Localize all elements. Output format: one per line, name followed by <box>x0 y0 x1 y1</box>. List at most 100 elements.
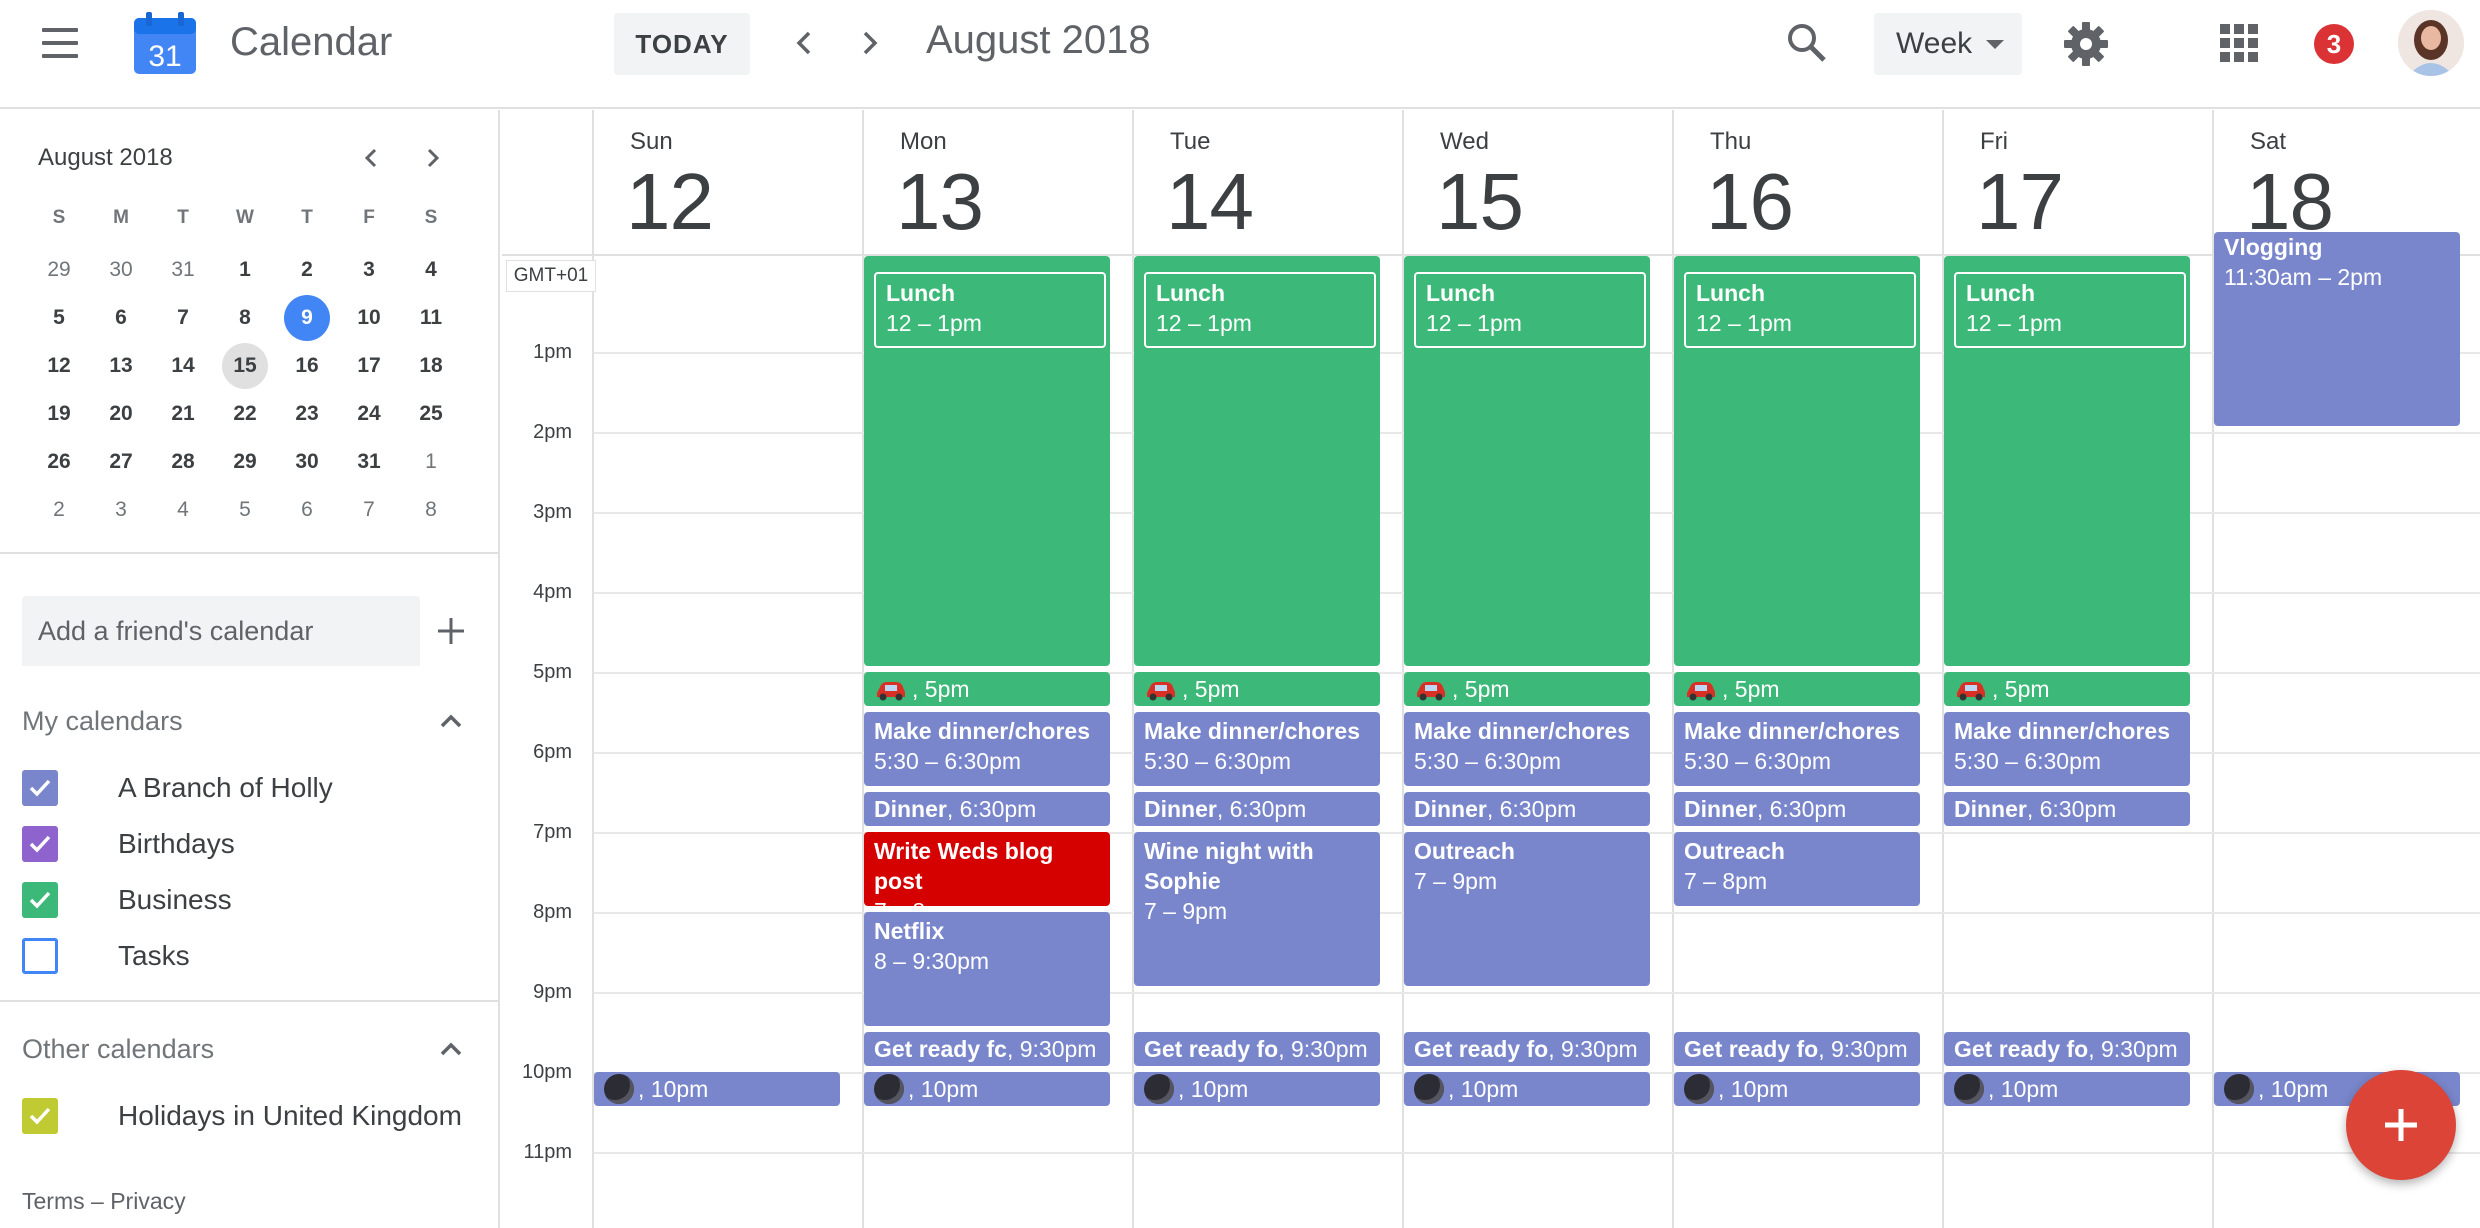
collapse-my-calendars-chevron-up-icon[interactable] <box>434 704 468 738</box>
dinner-chores-event[interactable]: Make dinner/chores 5:30 – 6:30pm <box>1674 712 1920 786</box>
today-button[interactable]: TODAY <box>614 13 750 75</box>
main-menu-icon[interactable] <box>40 28 82 62</box>
add-calendar-plus-icon[interactable] <box>432 612 470 650</box>
checkbox-checked-icon[interactable] <box>22 770 58 806</box>
get-ready-event[interactable]: Get ready fo, 9:30pm <box>1944 1032 2190 1066</box>
dinner-event[interactable]: Dinner, 6:30pm <box>1404 792 1650 826</box>
day-column-header[interactable]: Tue 14 <box>1134 110 1404 254</box>
mini-calendar-day[interactable]: 3 <box>90 486 152 534</box>
drive-event[interactable]: , 5pm <box>864 672 1110 706</box>
vlogging-event[interactable]: Vlogging 11:30am – 2pm <box>2214 232 2460 426</box>
drive-event[interactable]: , 5pm <box>1134 672 1380 706</box>
calendar-list-item[interactable]: Tasks <box>22 934 492 978</box>
previous-week-button[interactable] <box>782 20 828 66</box>
search-icon[interactable] <box>1784 20 1830 66</box>
mini-calendar-day[interactable]: 5 <box>214 486 276 534</box>
mini-calendar-day[interactable]: 26 <box>28 438 90 486</box>
day-number[interactable]: 16 <box>1706 156 1794 248</box>
checkbox-checked-icon[interactable] <box>22 826 58 862</box>
my-calendars-title[interactable]: My calendars <box>22 706 183 737</box>
dinner-event[interactable]: Dinner, 6:30pm <box>864 792 1110 826</box>
mini-calendar-day[interactable]: 10 <box>338 294 400 342</box>
mini-calendar-day[interactable]: 17 <box>338 342 400 390</box>
mini-calendar-day[interactable]: 9 <box>276 294 338 342</box>
day-column-header[interactable]: Wed 15 <box>1404 110 1674 254</box>
day-number[interactable]: 13 <box>896 156 984 248</box>
mini-calendar-day[interactable]: 2 <box>28 486 90 534</box>
mini-calendar-day[interactable]: 5 <box>28 294 90 342</box>
mini-calendar-day[interactable]: 8 <box>400 486 462 534</box>
mini-calendar-day[interactable]: 19 <box>28 390 90 438</box>
collapse-other-calendars-chevron-up-icon[interactable] <box>434 1032 468 1066</box>
dinner-event[interactable]: Dinner, 6:30pm <box>1134 792 1380 826</box>
mini-calendar-day[interactable]: 14 <box>152 342 214 390</box>
add-friend-calendar-input[interactable]: Add a friend's calendar <box>22 596 420 666</box>
mini-calendar-day[interactable]: 21 <box>152 390 214 438</box>
get-ready-event[interactable]: Get ready fo, 9:30pm <box>1134 1032 1380 1066</box>
mini-calendar-day[interactable]: 20 <box>90 390 152 438</box>
google-apps-icon[interactable] <box>2220 24 2258 62</box>
day-column-header[interactable]: Sun 12 <box>594 110 864 254</box>
lunch-event[interactable]: Lunch 12 – 1pm <box>1414 272 1646 349</box>
mini-calendar-day[interactable]: 31 <box>338 438 400 486</box>
mini-calendar-day[interactable]: 31 <box>152 246 214 294</box>
calendar-list-item[interactable]: Birthdays <box>22 822 492 866</box>
outreach-event[interactable]: Outreach 7 – 8pm <box>1674 832 1920 906</box>
wine-night-event[interactable]: Wine night with Sophie 7 – 9pm <box>1134 832 1380 986</box>
mini-calendar-day[interactable]: 15 <box>214 342 276 390</box>
day-number[interactable]: 14 <box>1166 156 1254 248</box>
get-ready-event[interactable]: Get ready fc, 9:30pm <box>864 1032 1110 1066</box>
night-event[interactable]: , 10pm <box>1944 1072 2190 1106</box>
get-ready-event[interactable]: Get ready fo, 9:30pm <box>1404 1032 1650 1066</box>
lunch-event[interactable]: Lunch 12 – 1pm <box>874 272 1106 349</box>
mini-calendar-prev-button[interactable] <box>354 140 390 176</box>
mini-calendar-day[interactable]: 24 <box>338 390 400 438</box>
mini-calendar-day[interactable]: 25 <box>400 390 462 438</box>
mini-calendar-next-button[interactable] <box>414 140 450 176</box>
view-mode-select[interactable]: Week <box>1874 13 2022 75</box>
checkbox-checked-icon[interactable] <box>22 1098 58 1134</box>
night-event[interactable]: , 10pm <box>1134 1072 1380 1106</box>
mini-calendar-day[interactable]: 30 <box>90 246 152 294</box>
day-number[interactable]: 15 <box>1436 156 1524 248</box>
mini-calendar-day[interactable]: 23 <box>276 390 338 438</box>
dinner-chores-event[interactable]: Make dinner/chores 5:30 – 6:30pm <box>1134 712 1380 786</box>
drive-event[interactable]: , 5pm <box>1404 672 1650 706</box>
mini-calendar-day[interactable]: 4 <box>400 246 462 294</box>
drive-event[interactable]: , 5pm <box>1674 672 1920 706</box>
privacy-link[interactable]: Privacy <box>110 1188 185 1214</box>
mini-calendar-day[interactable]: 7 <box>152 294 214 342</box>
mini-calendar-day[interactable]: 18 <box>400 342 462 390</box>
day-column-header[interactable]: Thu 16 <box>1674 110 1944 254</box>
dinner-chores-event[interactable]: Make dinner/chores 5:30 – 6:30pm <box>1404 712 1650 786</box>
create-event-button[interactable] <box>2346 1070 2456 1180</box>
calendar-list-item[interactable]: Holidays in United Kingdom <box>22 1094 492 1138</box>
mini-calendar-day[interactable]: 8 <box>214 294 276 342</box>
dinner-event[interactable]: Dinner, 6:30pm <box>1674 792 1920 826</box>
calendar-logo-icon[interactable]: 31 <box>132 10 198 76</box>
get-ready-event[interactable]: Get ready fo, 9:30pm <box>1674 1032 1920 1066</box>
terms-link[interactable]: Terms <box>22 1188 85 1214</box>
calendar-list-item[interactable]: A Branch of Holly <box>22 766 492 810</box>
mini-calendar-day[interactable]: 6 <box>90 294 152 342</box>
settings-gear-icon[interactable] <box>2062 20 2110 68</box>
lunch-event[interactable]: Lunch 12 – 1pm <box>1144 272 1376 349</box>
calendar-list-item[interactable]: Business <box>22 878 492 922</box>
mini-calendar-day[interactable]: 29 <box>214 438 276 486</box>
mini-calendar-day[interactable]: 29 <box>28 246 90 294</box>
mini-calendar-day[interactable]: 6 <box>276 486 338 534</box>
day-number[interactable]: 12 <box>626 156 714 248</box>
night-event[interactable]: , 10pm <box>1674 1072 1920 1106</box>
dinner-event[interactable]: Dinner, 6:30pm <box>1944 792 2190 826</box>
checkbox-unchecked-icon[interactable] <box>22 938 58 974</box>
night-event[interactable]: , 10pm <box>864 1072 1110 1106</box>
mini-calendar-day[interactable]: 1 <box>400 438 462 486</box>
mini-calendar-day[interactable]: 28 <box>152 438 214 486</box>
next-week-button[interactable] <box>846 20 892 66</box>
netflix-event[interactable]: Netflix 8 – 9:30pm <box>864 912 1110 1026</box>
mini-calendar-day[interactable]: 3 <box>338 246 400 294</box>
mini-calendar-day[interactable]: 4 <box>152 486 214 534</box>
night-event[interactable]: , 10pm <box>1404 1072 1650 1106</box>
mini-calendar-day[interactable]: 1 <box>214 246 276 294</box>
day-column-header[interactable]: Fri 17 <box>1944 110 2214 254</box>
